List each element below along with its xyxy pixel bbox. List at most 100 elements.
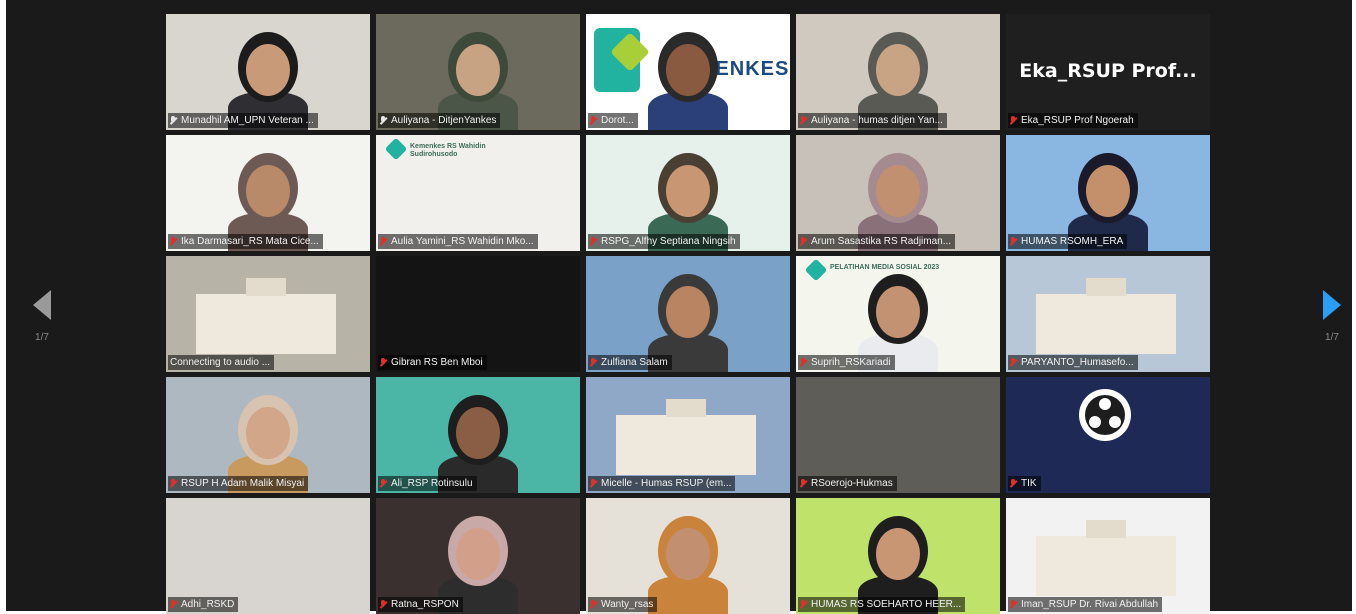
- participant-name-label: Gibran RS Ben Mboi: [378, 355, 487, 370]
- previous-page-button[interactable]: 1/7: [22, 290, 62, 343]
- participant-name: HUMAS RSOMH_ERA: [1021, 236, 1124, 247]
- slide-title: Kemenkes RS Wahidin Sudirohusodo: [410, 143, 486, 158]
- participant-video-tile[interactable]: Gibran RS Ben Mboi: [376, 256, 580, 372]
- participant-video-tile[interactable]: PARYANTO_Humasefo...: [1006, 256, 1210, 372]
- participant-name-label: Iman_RSUP Dr. Rivai Abdullah: [1008, 597, 1163, 612]
- building-roof: [246, 278, 286, 296]
- participant-name: Iman_RSUP Dr. Rivai Abdullah: [1021, 599, 1159, 610]
- participant-name-label: Zulfiana Salam: [588, 355, 672, 370]
- participant-video-tile[interactable]: RSUP H Adam Malik Misyai: [166, 377, 370, 493]
- participant-name: Micelle - Humas RSUP (em...: [601, 478, 732, 489]
- microphone-muted-icon: [800, 116, 806, 125]
- participant-name-label: Wanty_rsas: [588, 597, 658, 612]
- participant-video-tile[interactable]: Micelle - Humas RSUP (em...: [586, 377, 790, 493]
- participant-name: Munadhil AM_UPN Veteran ...: [181, 115, 314, 126]
- participant-name: Auliyana - humas ditjen Yan...: [811, 115, 943, 126]
- participant-video-tile[interactable]: Auliyana - humas ditjen Yan...: [796, 14, 1000, 130]
- participant-name-label: Ika Darmasari_RS Mata Cice...: [168, 234, 323, 249]
- participant-video-tile[interactable]: Ali_RSP Rotinsulu: [376, 377, 580, 493]
- participant-face: [666, 286, 710, 338]
- participant-name-label: PARYANTO_Humasefo...: [1008, 355, 1138, 370]
- participant-name-label: Dorot...: [588, 113, 638, 128]
- participant-video-tile[interactable]: Ratna_RSPON: [376, 498, 580, 614]
- participant-video-tile[interactable]: TIK: [1006, 377, 1210, 493]
- participant-name-label: HUMAS RSOMH_ERA: [1008, 234, 1128, 249]
- building-image: [1036, 536, 1176, 596]
- participant-display-name-large: Eka_RSUP Prof...: [1019, 60, 1197, 82]
- participant-face: [666, 44, 710, 96]
- participant-name: TIK: [1021, 478, 1037, 489]
- participant-video-tile[interactable]: Iman_RSUP Dr. Rivai Abdullah: [1006, 498, 1210, 614]
- participant-video-tile[interactable]: Wanty_rsas: [586, 498, 790, 614]
- participant-name: Ika Darmasari_RS Mata Cice...: [181, 236, 319, 247]
- microphone-muted-icon: [800, 479, 806, 488]
- participant-video-tile[interactable]: Munadhil AM_UPN Veteran ...: [166, 14, 370, 130]
- participant-face: [246, 407, 290, 459]
- obs-logo-icon: [1079, 389, 1131, 441]
- microphone-muted-icon: [1010, 237, 1016, 246]
- participant-face: [876, 165, 920, 217]
- participant-name-label: Eka_RSUP Prof Ngoerah: [1008, 113, 1138, 128]
- participant-video-tile[interactable]: Connecting to audio ...: [166, 256, 370, 372]
- participant-video-tile[interactable]: Ika Darmasari_RS Mata Cice...: [166, 135, 370, 251]
- participant-face: [876, 528, 920, 580]
- participant-name: Suprih_RSKariadi: [811, 357, 891, 368]
- video-gallery-window: 1/7 1/7 Munadhil AM_UPN Veteran ... Auliy…: [6, 0, 1352, 614]
- participant-face: [876, 286, 920, 338]
- participant-name-label: RSPG_Alfhy Septiana Ningsih: [588, 234, 740, 249]
- microphone-muted-icon: [590, 479, 596, 488]
- participant-name-label: RSoerojo-Hukmas: [798, 476, 897, 491]
- participant-name-label: Arum Sasastika RS Radjiman...: [798, 234, 956, 249]
- building-image: [196, 294, 336, 354]
- participant-name-label: Connecting to audio ...: [168, 355, 275, 370]
- participant-name-label: Aulia Yamini_RS Wahidin Mko...: [378, 234, 538, 249]
- participant-name: HUMAS RS SOEHARTO HEER...: [811, 599, 962, 610]
- participant-video-tile[interactable]: Zulfiana Salam: [586, 256, 790, 372]
- microphone-muted-icon: [590, 358, 596, 367]
- participant-name: Ali_RSP Rotinsulu: [391, 478, 473, 489]
- participant-name: Gibran RS Ben Mboi: [391, 357, 483, 368]
- microphone-muted-icon: [380, 358, 386, 367]
- chevron-right-icon: [1323, 290, 1341, 320]
- participant-video-tile[interactable]: RSoerojo-Hukmas: [796, 377, 1000, 493]
- participant-video-tile[interactable]: Adhi_RSKD: [166, 498, 370, 614]
- participant-video-tile[interactable]: HUMAS RS SOEHARTO HEER...: [796, 498, 1000, 614]
- participant-name: Ratna_RSPON: [391, 599, 459, 610]
- participant-name: Zulfiana Salam: [601, 357, 668, 368]
- next-page-button[interactable]: 1/7: [1312, 290, 1352, 343]
- participant-face: [666, 528, 710, 580]
- microphone-muted-icon: [380, 237, 386, 246]
- participant-name: RSUP H Adam Malik Misyai: [181, 478, 305, 489]
- participant-name: Aulia Yamini_RS Wahidin Mko...: [391, 236, 534, 247]
- participant-grid: Munadhil AM_UPN Veteran ... Auliyana - Di…: [166, 14, 1210, 614]
- participant-video-tile[interactable]: KEMENKES Dorot...: [586, 14, 790, 130]
- building-image: [616, 415, 756, 475]
- microphone-muted-icon: [590, 600, 596, 609]
- microphone-muted-icon: [800, 358, 806, 367]
- participant-video-tile[interactable]: Eka_RSUP Prof... Eka_RSUP Prof Ngoerah: [1006, 14, 1210, 130]
- participant-face: [876, 44, 920, 96]
- participant-video-tile[interactable]: HUMAS RSOMH_ERA: [1006, 135, 1210, 251]
- participant-video-tile[interactable]: RSPG_Alfhy Septiana Ningsih: [586, 135, 790, 251]
- microphone-muted-icon: [800, 600, 806, 609]
- participant-name-label: HUMAS RS SOEHARTO HEER...: [798, 597, 966, 612]
- participant-name-label: Ratna_RSPON: [378, 597, 463, 612]
- participant-name-label: RSUP H Adam Malik Misyai: [168, 476, 309, 491]
- chevron-left-icon: [33, 290, 51, 320]
- participant-name: RSoerojo-Hukmas: [811, 478, 893, 489]
- participant-name-label: Adhi_RSKD: [168, 597, 239, 612]
- participant-face: [246, 165, 290, 217]
- participant-name-label: Micelle - Humas RSUP (em...: [588, 476, 736, 491]
- participant-video-tile[interactable]: Kemenkes RS Wahidin Sudirohusodo Aulia Ya…: [376, 135, 580, 251]
- participant-name: PARYANTO_Humasefo...: [1021, 357, 1134, 368]
- participant-name-label: Auliyana - DitjenYankes: [378, 113, 501, 128]
- participant-name: RSPG_Alfhy Septiana Ningsih: [601, 236, 736, 247]
- participant-video-tile[interactable]: PELATIHAN MEDIA SOSIAL 2023 Suprih_RSKari…: [796, 256, 1000, 372]
- participant-video-tile[interactable]: Auliyana - DitjenYankes: [376, 14, 580, 130]
- building-roof: [1086, 520, 1126, 538]
- building-roof: [1086, 278, 1126, 296]
- participant-name: Adhi_RSKD: [181, 599, 235, 610]
- participant-video-tile[interactable]: Arum Sasastika RS Radjiman...: [796, 135, 1000, 251]
- participant-name: Eka_RSUP Prof Ngoerah: [1021, 115, 1134, 126]
- participant-name-label: Auliyana - humas ditjen Yan...: [798, 113, 947, 128]
